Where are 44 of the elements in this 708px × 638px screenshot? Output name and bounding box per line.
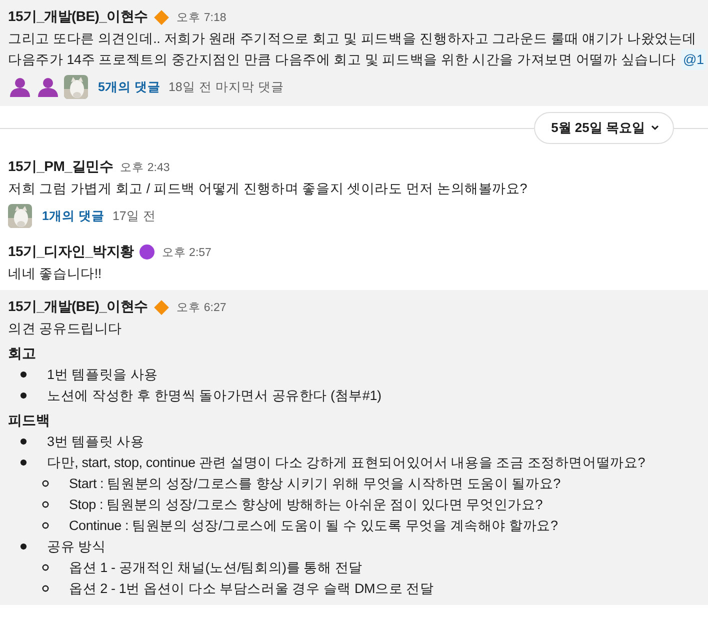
author-name[interactable]: 15기_개발(BE)_이현수	[8, 298, 148, 316]
list-item-text: 옵션 2 - 1번 옵션이 다소 부담스러울 경우 슬랙 DM으로 전달	[69, 580, 434, 598]
list-item-text: Start : 팀원분의 성장/그로스를 향상 시키기 위해 무엇을 시작하면 도움이 될까요?	[69, 475, 560, 493]
author-name[interactable]: 15기_디자인_박지황	[8, 243, 134, 261]
reply-count-link[interactable]: 1개의 댓글	[42, 208, 104, 224]
bullet-icon	[42, 585, 49, 592]
message-text: 그리고 또다른 의견인데.. 저희가 원래 주기적으로 회고 및 피드백을 진행하자고 그라운드 룰때 얘기가 나왔었는데	[8, 30, 696, 48]
message-time[interactable]: 오후 2:57	[162, 244, 212, 260]
bullet-icon	[42, 501, 49, 508]
user-avatar-icon	[8, 75, 32, 99]
section-heading: 회고	[8, 344, 37, 363]
list-item-text: 다만, start, stop, continue 관련 설명이 다소 강하게 표현되어있어서 내용을 조금 조정하면어떨까요?	[47, 454, 646, 472]
bullet-icon	[20, 392, 27, 399]
author-name[interactable]: 15기_개발(BE)_이현수	[8, 8, 148, 26]
date-divider-button[interactable]: 5월 25일 목요일	[534, 112, 674, 144]
list-item-text: 공유 방식	[47, 538, 106, 556]
message-text: 저희 그럼 가볍게 회고 / 피드백 어떻게 진행하며 좋을지 셋이라도 먼저 논의해볼까요?	[8, 180, 528, 198]
reply-meta-text: 17일 전	[112, 208, 156, 224]
mention-link[interactable]: @1	[680, 49, 706, 70]
bullet-icon	[20, 459, 27, 466]
list-item-text: 노션에 작성한 후 한명씩 돌아가면서 공유한다 (첨부#1)	[47, 387, 382, 405]
bullet-icon	[42, 522, 49, 529]
message-time[interactable]: 오후 7:18	[176, 10, 226, 24]
list-item-text: Continue : 팀원분의 성장/그로스에 도움이 될 수 있도록 무엇을 계속해야 할까요?	[69, 517, 558, 535]
chevron-down-icon	[651, 125, 659, 131]
section-heading: 피드백	[8, 411, 51, 430]
message-time[interactable]: 오후 2:43	[120, 160, 170, 174]
reply-meta-text: 18일 전 마지막 댓글	[168, 78, 284, 96]
author-name[interactable]: 15기_PM_길민수	[8, 158, 114, 176]
bullet-icon	[42, 564, 49, 571]
list-item-text: Stop : 팀원분의 성장/그로스 향상에 방해하는 아쉬운 점이 있다면 무엇인가요?	[69, 496, 543, 514]
list-item-text: 3번 템플릿 사용	[47, 433, 144, 451]
bullet-icon	[20, 543, 27, 550]
bullet-icon	[42, 480, 49, 487]
bullet-icon	[20, 371, 27, 378]
reply-count-link[interactable]: 5개의 댓글	[98, 78, 160, 96]
message-text: 의견 공유드립니다	[8, 320, 122, 338]
bullet-icon	[20, 438, 27, 445]
message-time[interactable]: 오후 6:27	[176, 300, 226, 314]
user-avatar-icon	[36, 75, 60, 99]
list-item-text: 1번 템플릿을 사용	[47, 366, 158, 384]
message-text: 다음주가 14주 프로젝트의 중간지점인 만큼 다음주에 회고 및 피드백을 위한 시간을 가져보면 어떨까 싶습니다	[8, 51, 676, 69]
message-text: 네네 좋습니다!!	[8, 265, 102, 283]
list-item-text: 옵션 1 - 공개적인 채널(노션/팀회의)를 통해 전달	[69, 559, 362, 577]
